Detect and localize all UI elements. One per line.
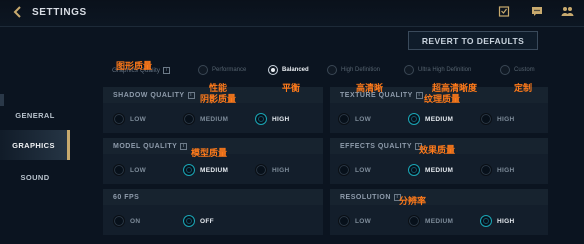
effects-low-option[interactable]: LOW [338,164,371,176]
effects-medium-option[interactable]: MEDIUM [408,164,453,176]
graphics-quality-row: Graphics Quality i Performance Balanced H… [110,62,560,80]
radio-selected-icon[interactable] [255,113,267,125]
radio-icon[interactable] [183,113,195,125]
preset-ultra-high-definition[interactable]: Ultra High Definition [404,65,471,75]
mission-button[interactable] [497,4,511,18]
radio-icon[interactable] [480,113,492,125]
annotation-graphics-quality: 图形质量 [116,61,153,71]
annotation-balanced: 平衡 [282,83,301,93]
radio-selected-icon[interactable] [183,164,195,176]
resolution-header: RESOLUTION i [330,189,548,205]
model-high-option[interactable]: HIGH [255,164,289,176]
sidebar-item-general[interactable]: GENERAL [0,106,70,124]
info-icon[interactable]: i [187,91,195,99]
annotation-custom: 定制 [514,83,533,93]
radio-icon[interactable] [113,164,125,176]
header-divider [0,26,584,27]
model-quality-panel: MODEL QUALITY i LOW MEDIUM HIGH [103,138,323,184]
model-medium-option[interactable]: MEDIUM [183,164,228,176]
radio-icon[interactable] [408,215,420,227]
sidebar-item-sound[interactable]: SOUND [0,168,70,186]
shadow-medium-option[interactable]: MEDIUM [183,113,228,125]
radio-icon[interactable] [338,164,350,176]
annotation-model: 模型质量 [191,148,228,158]
radio-icon[interactable] [338,113,350,125]
model-low-option[interactable]: LOW [113,164,146,176]
sidebar-edge-marker [0,94,4,106]
fps-off-option[interactable]: OFF [183,215,214,227]
preset-custom[interactable]: Custom [500,65,535,75]
info-icon[interactable]: i [163,67,171,74]
radio-icon[interactable] [404,65,414,75]
mission-icon [498,6,510,17]
shadow-low-option[interactable]: LOW [113,113,146,125]
texture-high-option[interactable]: HIGH [480,113,514,125]
annotation-high-definition: 高清晰 [356,83,384,93]
radio-icon[interactable] [327,65,337,75]
info-icon[interactable]: i [415,91,423,99]
shadow-high-option[interactable]: HIGH [255,113,289,125]
resolution-medium-option[interactable]: MEDIUM [408,215,453,227]
radio-selected-icon[interactable] [408,113,420,125]
radio-selected-icon[interactable] [408,164,420,176]
resolution-panel: RESOLUTION i LOW MEDIUM HIGH [330,189,548,235]
info-icon[interactable]: i [180,142,188,150]
resolution-low-option[interactable]: LOW [338,215,371,227]
radio-icon[interactable] [255,164,267,176]
radio-selected-icon[interactable] [183,215,195,227]
fps-header: 60 FPS [103,189,323,205]
radio-icon[interactable] [500,65,510,75]
radio-icon[interactable] [338,215,350,227]
radio-selected-icon[interactable] [480,215,492,227]
radio-icon[interactable] [113,215,125,227]
sidebar-item-graphics[interactable]: GRAPHICS [0,130,70,160]
fps-panel: 60 FPS ON OFF [103,189,323,235]
radio-icon[interactable] [198,65,208,75]
chevron-left-icon [13,6,21,18]
effects-high-option[interactable]: HIGH [480,164,514,176]
radio-icon[interactable] [113,113,125,125]
annotation-resolution: 分辨率 [399,196,427,206]
annotation-effects: 效果质量 [419,145,456,155]
page-title: SETTINGS [32,7,87,18]
resolution-high-option[interactable]: HIGH [480,215,514,227]
radio-selected-icon[interactable] [268,65,278,75]
chat-icon [532,7,542,16]
chat-button[interactable] [530,4,544,18]
preset-balanced[interactable]: Balanced [268,65,309,75]
back-button[interactable] [10,4,26,20]
fps-on-option[interactable]: ON [113,215,140,227]
preset-performance[interactable]: Performance [198,65,246,75]
radio-icon[interactable] [480,164,492,176]
revert-to-defaults-button[interactable]: REVERT TO DEFAULTS [408,31,538,50]
texture-low-option[interactable]: LOW [338,113,371,125]
friends-button[interactable] [560,4,574,18]
annotation-texture: 纹理质量 [424,94,461,104]
preset-high-definition[interactable]: High Definition [327,65,380,75]
friends-icon [561,7,573,16]
texture-medium-option[interactable]: MEDIUM [408,113,453,125]
annotation-shadow: 阴影质量 [200,94,237,104]
